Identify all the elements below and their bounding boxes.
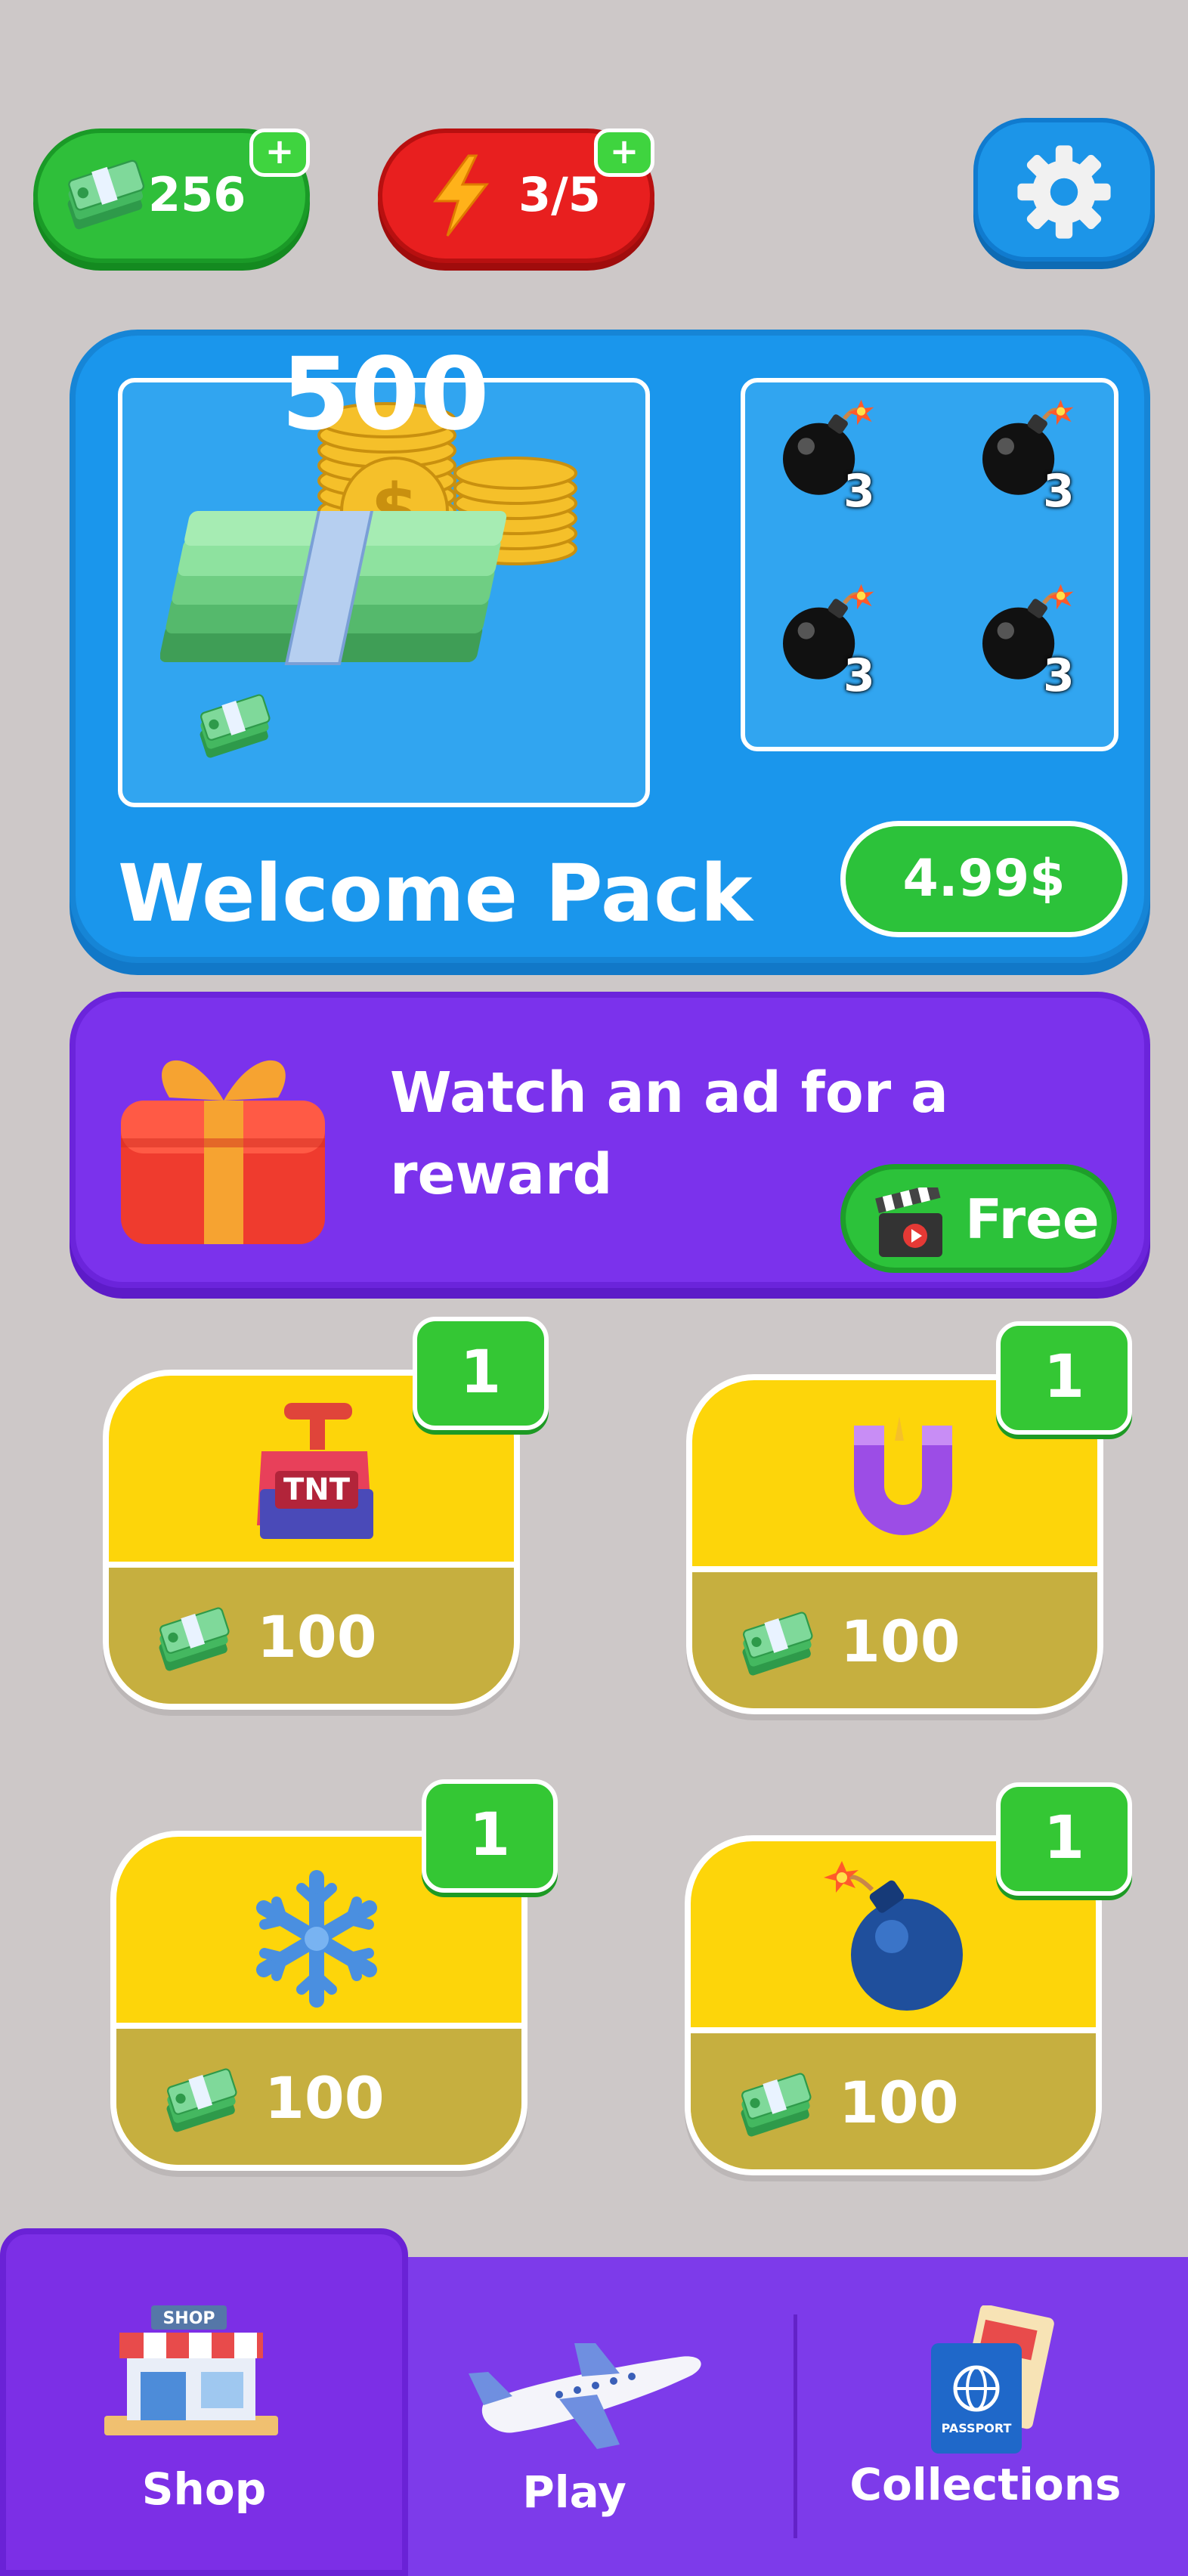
bundle-bomb: 3 bbox=[772, 582, 878, 698]
gear-icon bbox=[1011, 139, 1117, 245]
bombs-bundle-box: 3 3 3 3 bbox=[741, 378, 1118, 751]
snowflake-icon bbox=[256, 1870, 377, 2008]
energy-value: 3/5 bbox=[518, 167, 601, 222]
magnet-icon bbox=[854, 1416, 952, 1535]
price-bar: 100 bbox=[692, 1566, 1097, 1708]
bundle-bomb: 3 bbox=[772, 398, 878, 514]
tab-play-label: Play bbox=[522, 2466, 626, 2518]
add-money-button[interactable]: + bbox=[249, 128, 310, 177]
clapperboard-icon bbox=[875, 1187, 942, 1257]
item-price: 100 bbox=[257, 1603, 377, 1670]
cash-stack-icon bbox=[160, 511, 507, 665]
cash-icon bbox=[733, 1602, 816, 1686]
item-quantity-badge: 1 bbox=[996, 1321, 1132, 1435]
tab-collections-label: Collections bbox=[849, 2459, 1121, 2510]
item-price: 100 bbox=[839, 2069, 959, 2136]
bundle-bomb: 3 bbox=[972, 582, 1078, 698]
cash-icon bbox=[150, 1598, 233, 1681]
bomb-count: 3 bbox=[843, 649, 875, 702]
svg-text:SHOP: SHOP bbox=[162, 2309, 215, 2328]
svg-text:TNT: TNT bbox=[283, 1472, 351, 1507]
cash-bundle-amount: 500 bbox=[281, 336, 490, 453]
tab-collections[interactable]: PASSPORT Collections bbox=[810, 2268, 1173, 2570]
settings-button[interactable] bbox=[973, 118, 1155, 262]
item-quantity-badge: 1 bbox=[413, 1317, 549, 1430]
gift-icon bbox=[121, 1060, 325, 1244]
price-bar: 100 bbox=[116, 2023, 521, 2165]
free-button-label: Free bbox=[965, 1187, 1100, 1251]
item-price: 100 bbox=[840, 1608, 961, 1675]
add-energy-button[interactable]: + bbox=[594, 128, 654, 177]
item-quantity-badge: 1 bbox=[422, 1779, 558, 1893]
cash-icon bbox=[57, 150, 148, 240]
nav-divider bbox=[794, 2314, 797, 2538]
bomb-count: 3 bbox=[1043, 465, 1075, 518]
shop-icon: SHOP bbox=[104, 2305, 278, 2435]
airplane-icon bbox=[469, 2343, 701, 2449]
tab-shop-label: Shop bbox=[141, 2463, 267, 2515]
tab-play[interactable]: Play bbox=[423, 2268, 786, 2570]
price-bar: 100 bbox=[109, 1562, 514, 1704]
cash-icon bbox=[157, 2059, 240, 2142]
buy-welcome-pack-button[interactable]: 4.99$ bbox=[840, 821, 1128, 937]
bomb-icon bbox=[824, 1861, 963, 2011]
money-value: 256 bbox=[148, 167, 246, 222]
svg-text:PASSPORT: PASSPORT bbox=[942, 2421, 1012, 2435]
bomb-count: 3 bbox=[843, 465, 875, 518]
cash-icon bbox=[190, 685, 274, 768]
bomb-count: 3 bbox=[1043, 649, 1075, 702]
money-counter[interactable]: 256 + bbox=[33, 128, 310, 263]
cash-icon bbox=[732, 2064, 815, 2147]
bundle-bomb: 3 bbox=[972, 398, 1078, 514]
lightning-icon bbox=[433, 154, 490, 237]
tab-shop[interactable]: SHOP Shop bbox=[0, 2228, 408, 2576]
welcome-pack-title: Welcome Pack bbox=[118, 847, 753, 940]
tnt-icon: TNT bbox=[257, 1403, 373, 1539]
item-price: 100 bbox=[265, 2064, 385, 2132]
free-reward-button[interactable]: Free bbox=[840, 1164, 1117, 1273]
energy-counter[interactable]: 3/5 + bbox=[378, 128, 654, 263]
price-bar: 100 bbox=[691, 2027, 1096, 2169]
passport-icon: PASSPORT bbox=[931, 2305, 1054, 2454]
item-quantity-badge: 1 bbox=[996, 1782, 1132, 1896]
